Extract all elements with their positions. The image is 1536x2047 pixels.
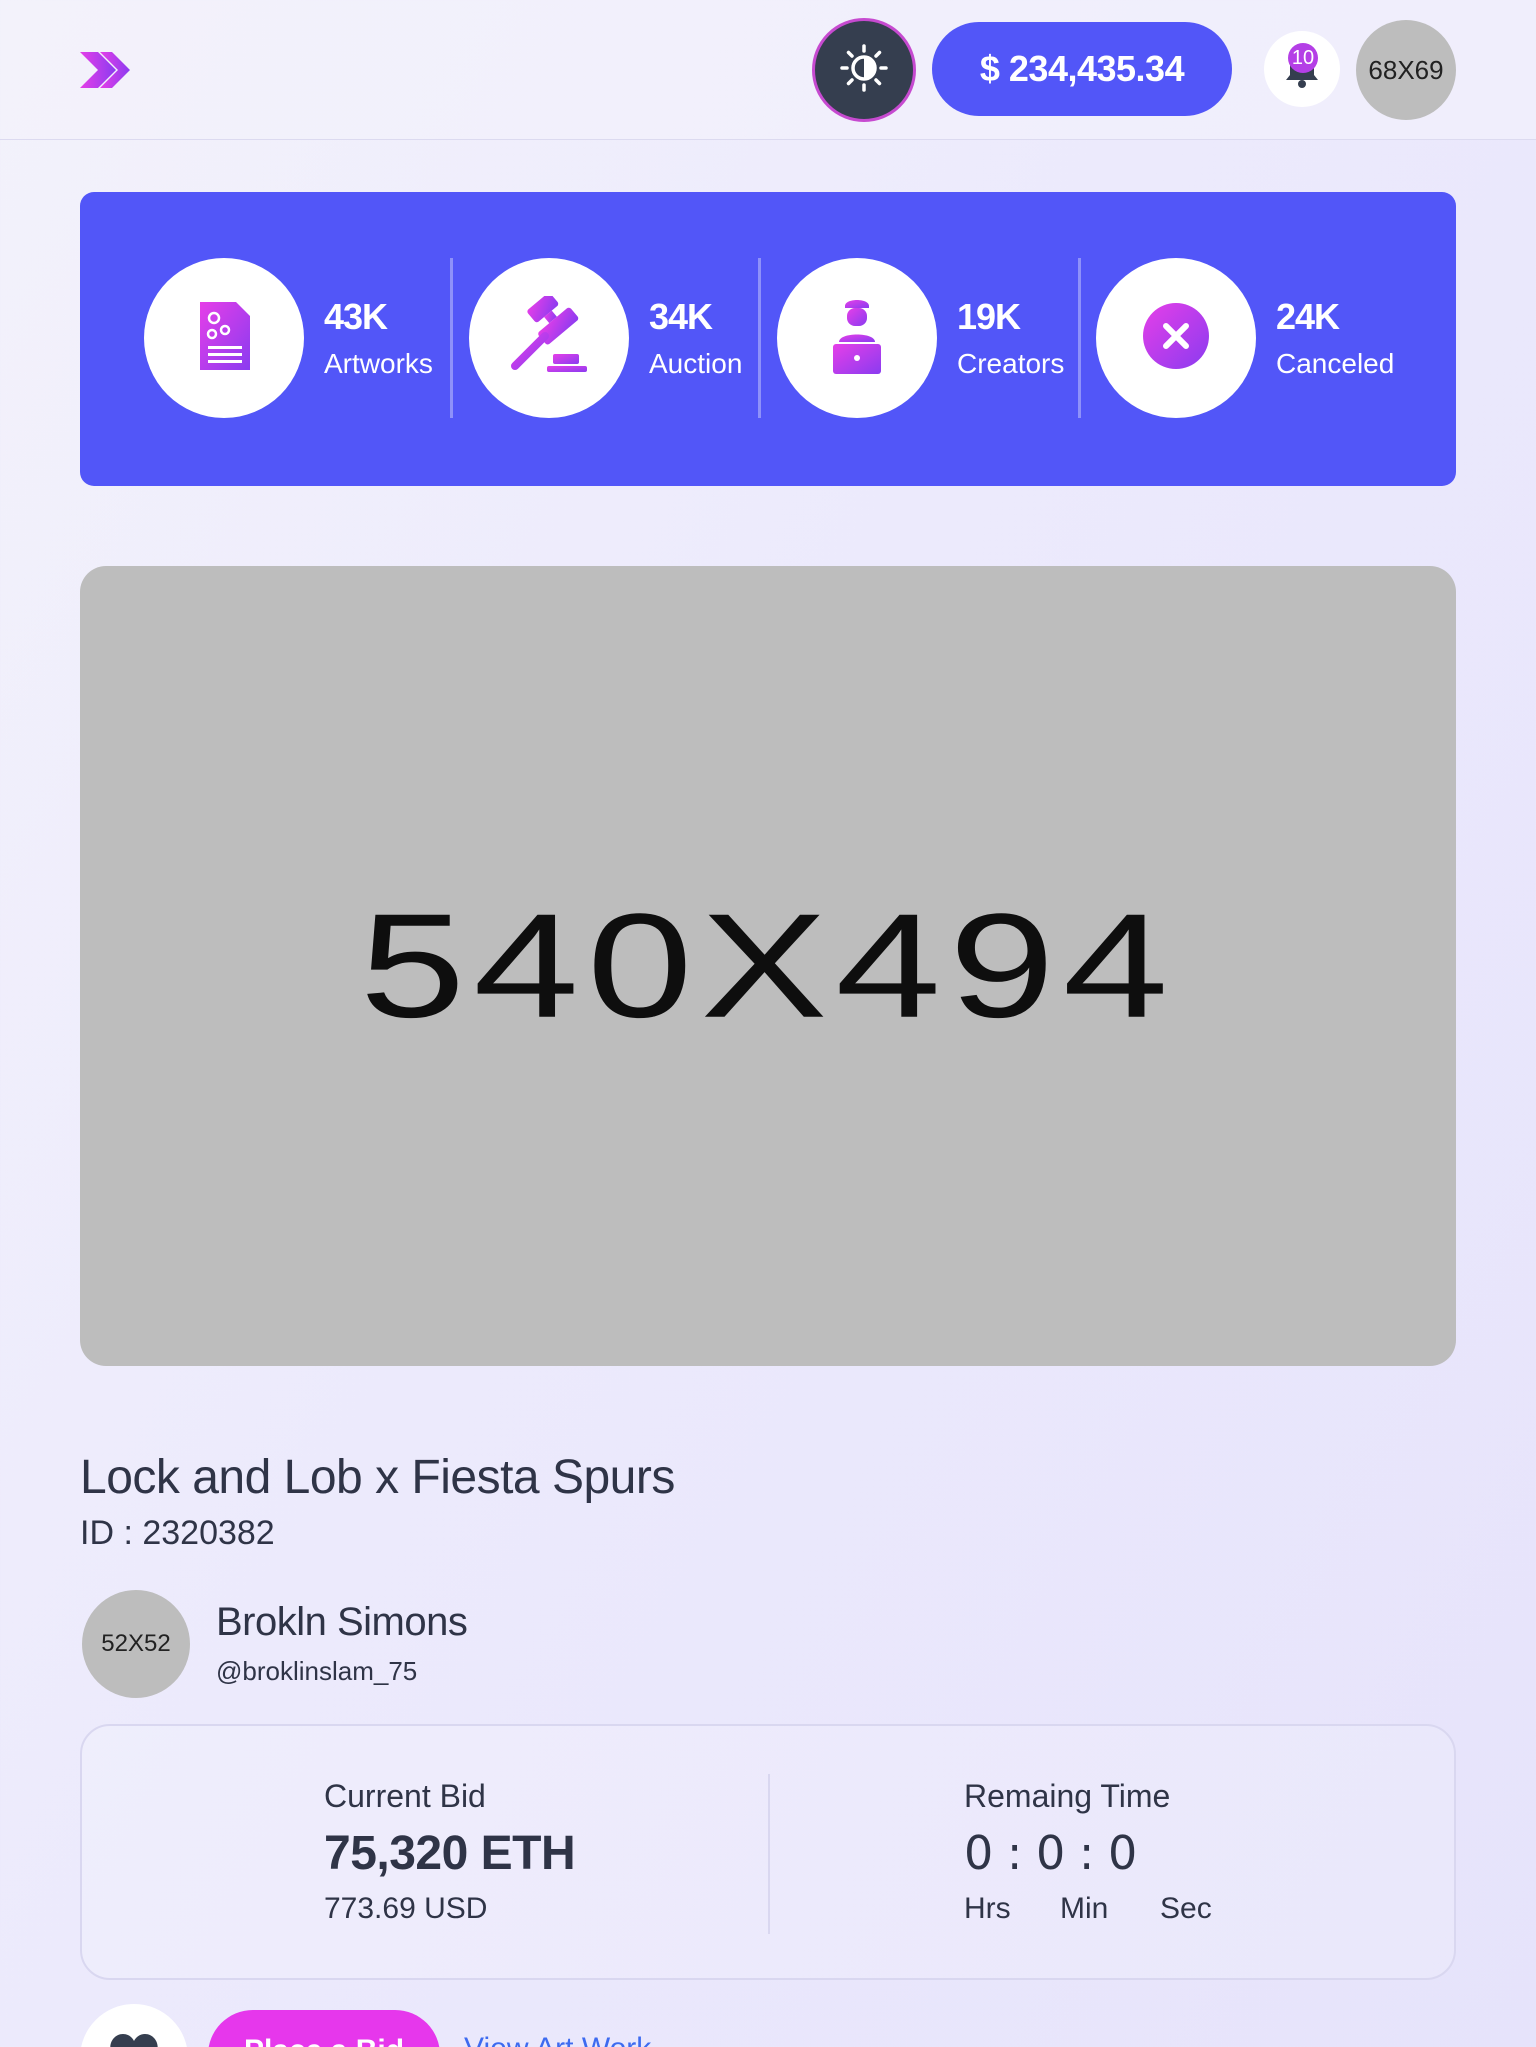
remaining-time-value: 0 : 0 : 0	[964, 1826, 1137, 1880]
stats-card: 43K Artworks 34K Auction 19K Creators 24…	[80, 192, 1456, 486]
artwork-id: ID : 2320382	[80, 1514, 275, 1552]
document-gear-icon	[196, 300, 252, 377]
creator-avatar[interactable]: 52X52	[82, 1590, 190, 1698]
artwork-placeholder-label: 540X494	[359, 883, 1177, 1049]
stat-label: Auction	[649, 348, 743, 379]
stat-value: 24K	[1276, 296, 1340, 337]
gavel-icon	[507, 292, 591, 381]
heart-icon	[108, 2032, 160, 2047]
stat-icon-circle	[777, 258, 937, 418]
stat-value: 19K	[957, 296, 1021, 337]
sun-icon	[839, 43, 889, 98]
current-bid-label: Current Bid	[324, 1778, 486, 1814]
like-button[interactable]	[80, 2004, 188, 2047]
bid-info-card: Current Bid 75,320 ETH 773.69 USD Remain…	[80, 1724, 1456, 1980]
stat-label: Canceled	[1276, 348, 1395, 379]
time-unit-seconds: Sec	[1160, 1892, 1212, 1925]
stat-label: Artworks	[324, 348, 433, 379]
creator-handle: @broklinslam_75	[216, 1656, 418, 1686]
time-unit-minutes: Min	[1060, 1892, 1109, 1925]
creator-laptop-icon	[829, 296, 885, 381]
stat-icon-circle	[144, 258, 304, 418]
artwork-title: Lock and Lob x Fiesta Spurs	[80, 1451, 675, 1504]
bid-divider	[768, 1774, 770, 1934]
notification-count-badge: 10	[1288, 43, 1318, 73]
stat-label: Creators	[957, 348, 1065, 379]
balance-button[interactable]: $ 234,435.34	[932, 22, 1232, 116]
stat-divider	[758, 258, 761, 418]
cancel-circle-icon	[1142, 302, 1210, 375]
notifications-button[interactable]: 10	[1264, 31, 1340, 107]
stat-value: 43K	[324, 296, 388, 337]
place-bid-button[interactable]: Place a Bid	[208, 2010, 440, 2047]
artwork-image[interactable]: 540X494	[80, 566, 1456, 1366]
stat-icon-circle	[469, 258, 629, 418]
theme-toggle-button[interactable]	[812, 18, 916, 122]
stat-divider	[450, 258, 453, 418]
user-avatar[interactable]: 68X69	[1356, 20, 1456, 120]
stat-value: 34K	[649, 296, 713, 337]
top-header: $ 234,435.34 10 68X69	[0, 0, 1536, 140]
remaining-time-label: Remaing Time	[964, 1778, 1171, 1814]
current-bid-value: 75,320 ETH	[324, 1827, 576, 1880]
double-chevron-right-icon[interactable]	[78, 48, 132, 92]
stat-icon-circle	[1096, 258, 1256, 418]
creator-name[interactable]: Brokln Simons	[216, 1600, 468, 1645]
stat-divider	[1078, 258, 1081, 418]
view-artwork-link[interactable]: View Art Work	[464, 2032, 651, 2047]
current-bid-usd: 773.69 USD	[324, 1892, 488, 1925]
time-unit-hours: Hrs	[964, 1892, 1011, 1925]
